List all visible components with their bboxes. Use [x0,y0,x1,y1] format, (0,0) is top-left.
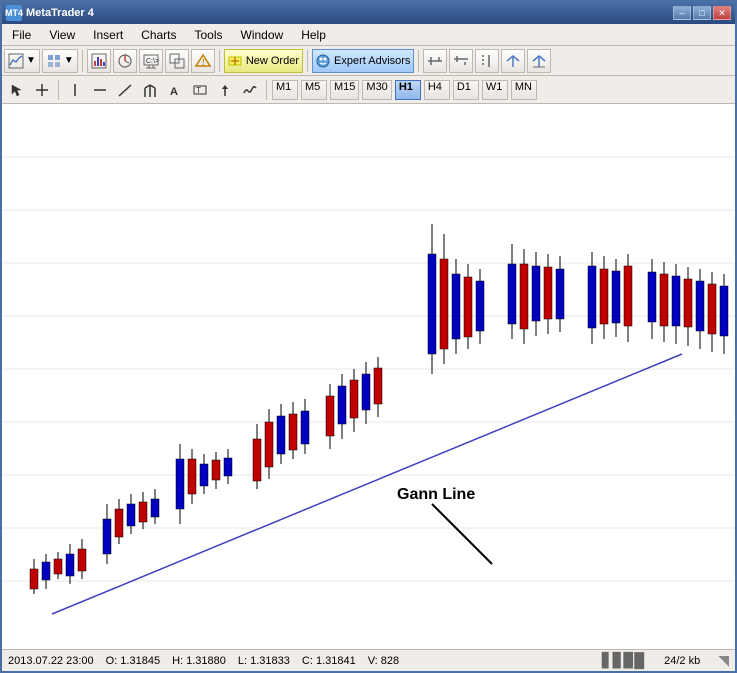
tf-d1[interactable]: D1 [453,80,479,100]
tf-h1[interactable]: H1 [395,80,421,100]
tf-m1[interactable]: M1 [272,80,298,100]
status-open: O: 1.31845 [106,655,160,667]
app-icon: MT4 [6,5,22,21]
volume-bars-icon: ▋▊▉█ [602,652,644,669]
menu-window[interactable]: Window [233,26,292,44]
maximize-button[interactable]: □ [693,6,711,20]
expert-advisors-button[interactable]: Expert Advisors [312,49,414,73]
toolbar-alert[interactable]: ! [191,49,215,73]
menu-view[interactable]: View [41,26,83,44]
candle-group-8 [588,252,728,354]
status-datetime: 2013.07.22 23:00 [8,655,94,667]
toolbar-period-sep[interactable] [475,49,499,73]
tf-w1[interactable]: W1 [482,80,508,100]
tf-m30[interactable]: M30 [362,80,391,100]
toolbar2: A T M1 M5 M15 M30 H1 H4 D1 W1 MN [2,76,735,104]
toolbar-sep4 [418,50,419,72]
toolbar-chart-window[interactable] [165,49,189,73]
title-bar-controls: – □ ✕ [673,6,731,20]
toolbar-terminal[interactable]: C:\> [139,49,163,73]
main-window: MT4 MetaTrader 4 – □ ✕ File View Insert … [0,0,737,673]
new-order-button[interactable]: New Order [224,49,303,73]
tf-mn[interactable]: MN [511,80,537,100]
status-volume: V: 828 [368,655,399,667]
candle-group-6 [428,224,484,374]
expert-advisors-label: Expert Advisors [334,55,410,67]
toolbar-zoom-in[interactable] [423,49,447,73]
toolbar-sep1 [82,50,83,72]
menu-insert[interactable]: Insert [85,26,131,44]
tool-arrow-marker[interactable] [214,79,236,101]
menu-help[interactable]: Help [293,26,334,44]
toolbar-profiles[interactable]: ▼ [42,49,78,73]
svg-text:T: T [196,86,201,95]
toolbar-zoom-out[interactable] [449,49,473,73]
tf-m5[interactable]: M5 [301,80,327,100]
svg-text:C:\>: C:\> [146,58,159,65]
svg-text:!: ! [202,58,205,67]
toolbar-sep2 [219,50,220,72]
chart-container[interactable]: Gann Line [2,104,735,649]
candle-group-3 [176,444,232,524]
svg-text:A: A [170,86,178,97]
tool-andrews-pitchfork[interactable] [139,79,161,101]
close-button[interactable]: ✕ [713,6,731,20]
menu-charts[interactable]: Charts [133,26,184,44]
chart-wrapper: Gann Line [2,104,735,671]
status-filesize: 24/2 kb [664,655,700,667]
toolbar2-sep1 [58,80,59,100]
toolbar-navigator[interactable] [113,49,137,73]
toolbar-sep3 [307,50,308,72]
tool-crosshair[interactable] [31,79,53,101]
gann-line-label: Gann Line [397,486,475,503]
toolbar2-sep2 [266,80,267,100]
status-bar: 2013.07.22 23:00 O: 1.31845 H: 1.31880 L… [2,649,735,671]
menu-tools[interactable]: Tools [187,26,231,44]
tf-m15[interactable]: M15 [330,80,359,100]
tool-horizontal-line[interactable] [89,79,111,101]
title-bar: MT4 MetaTrader 4 – □ ✕ [2,2,735,24]
new-order-label: New Order [246,55,299,67]
gann-annotation-line [432,504,492,564]
grid-lines [2,157,735,581]
menu-bar: File View Insert Charts Tools Window Hel… [2,24,735,46]
toolbar-new-chart[interactable]: ▼ [4,49,40,73]
tool-wave[interactable] [239,79,261,101]
tool-text[interactable]: A [164,79,186,101]
status-close: C: 1.31841 [302,655,356,667]
status-high: H: 1.31880 [172,655,226,667]
tool-trend-line[interactable] [114,79,136,101]
chart-svg: Gann Line [2,104,735,634]
toolbar-auto-scroll[interactable] [501,49,525,73]
toolbar-marketwatch[interactable] [87,49,111,73]
candle-group-7 [508,244,564,344]
scroll-indicator-icon: ◥ [718,652,729,669]
tf-h4[interactable]: H4 [424,80,450,100]
tool-arrow[interactable] [6,79,28,101]
title-bar-left: MT4 MetaTrader 4 [6,5,94,21]
candle-group-5 [326,357,382,449]
tool-vertical-line[interactable] [64,79,86,101]
toolbar1: ▼ ▼ C:\> ! New Order Expert Advis [2,46,735,76]
minimize-button[interactable]: – [673,6,691,20]
candle-group-1 [30,539,86,594]
tool-text-label[interactable]: T [189,79,211,101]
toolbar-chart-shift[interactable] [527,49,551,73]
menu-file[interactable]: File [4,26,39,44]
candle-group-2 [103,489,159,564]
status-low: L: 1.31833 [238,655,290,667]
title-bar-text: MetaTrader 4 [26,7,94,19]
